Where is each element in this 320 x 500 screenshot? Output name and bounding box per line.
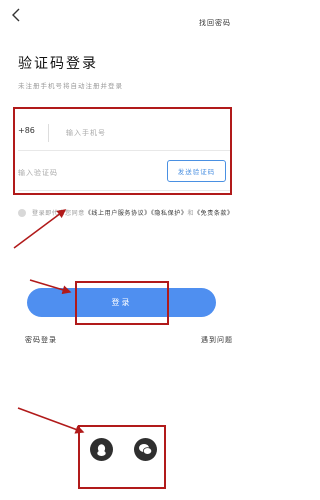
agreement-prefix: 登录即代表您同意: [32, 210, 85, 217]
qq-icon[interactable]: [90, 438, 113, 461]
annotation-box: [75, 281, 169, 325]
privacy-link[interactable]: 《隐私保护》: [151, 210, 188, 217]
problem-link[interactable]: 遇到问题: [201, 335, 233, 345]
page-title: 验证码登录: [18, 56, 98, 72]
password-login-link[interactable]: 密码登录: [25, 335, 57, 345]
annotation-arrow: [17, 407, 85, 434]
user-agreement-link[interactable]: 《线上用户服务协议》: [85, 210, 151, 217]
wechat-icon[interactable]: [134, 438, 157, 461]
find-password-link[interactable]: 找回密码: [199, 18, 231, 28]
page-subtitle: 未注册手机号将自动注册并登录: [18, 82, 123, 90]
agreement-text: 登录即代表您同意《线上用户服务协议》《隐私保护》和《免责条款》: [32, 206, 237, 221]
annotation-box: [13, 107, 232, 195]
back-chevron-icon[interactable]: [8, 6, 26, 24]
agreement-checkbox[interactable]: [18, 209, 26, 217]
disclaimer-link[interactable]: 《免责条款》: [194, 210, 234, 217]
